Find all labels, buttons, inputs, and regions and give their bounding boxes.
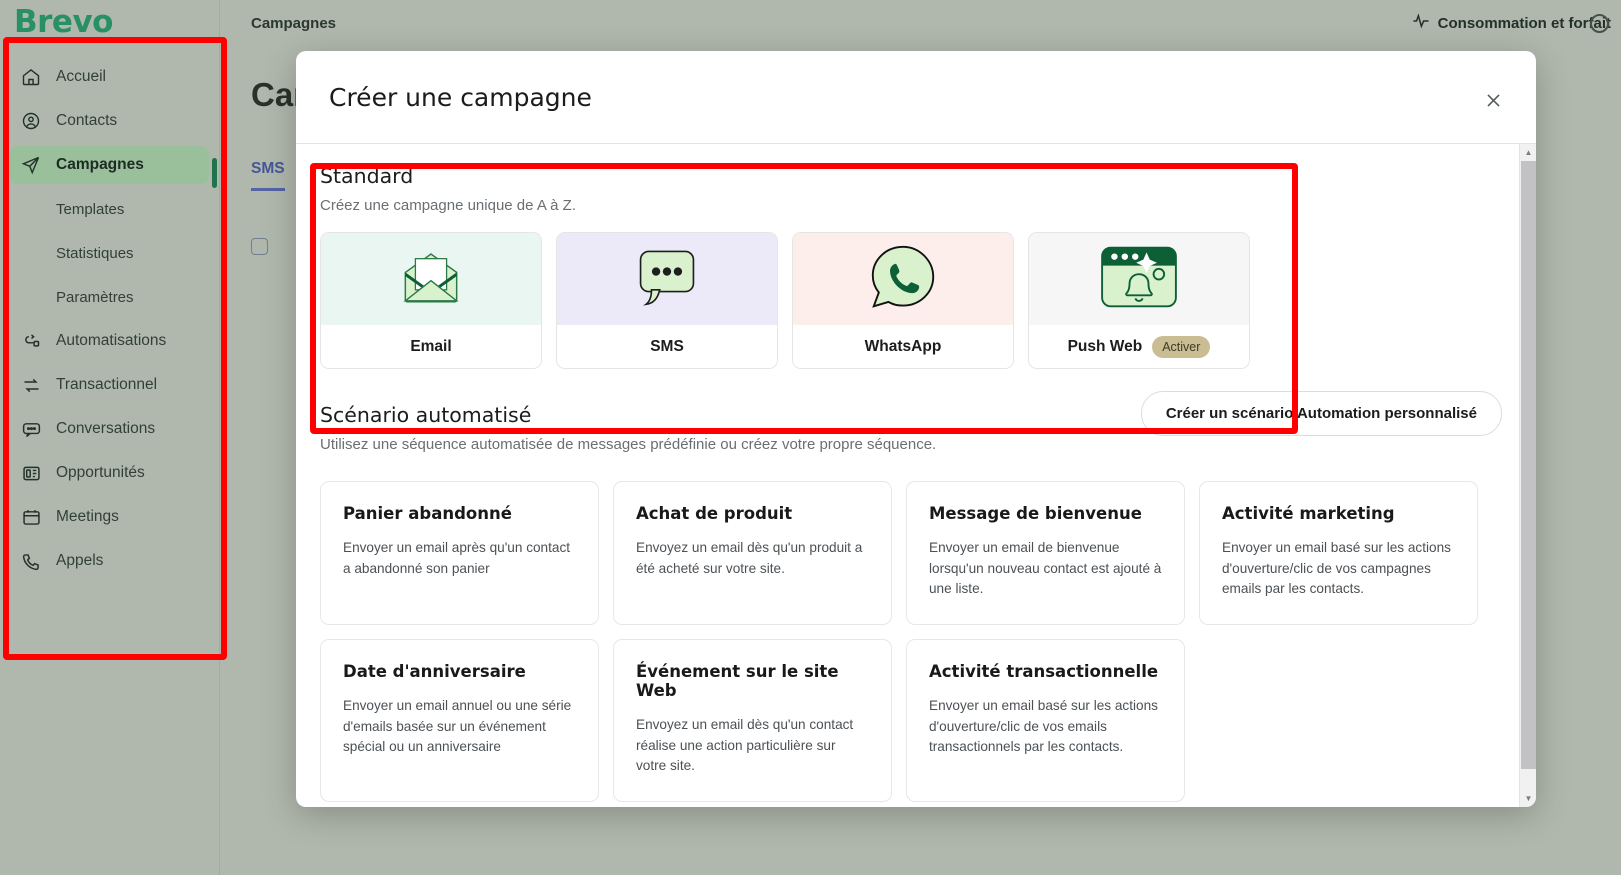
standard-heading: Standard: [320, 164, 414, 188]
card-label: SMS: [650, 337, 684, 355]
sms-art: [557, 233, 777, 325]
scenario-card-title: Message de bienvenue: [929, 504, 1142, 523]
scenario-card-desc: Envoyez un email dès qu'un contact réali…: [636, 716, 854, 774]
close-icon[interactable]: [1480, 87, 1506, 113]
email-art: [321, 233, 541, 325]
scenario-card-desc: Envoyer un email basé sur les actions d'…: [1222, 540, 1451, 597]
scenario-card[interactable]: Activité transactionnelle Envoyer un ema…: [906, 638, 1185, 802]
scenario-card[interactable]: Date d'anniversaire Envoyer un email ann…: [320, 638, 599, 802]
scrollbar-thumb[interactable]: [1521, 161, 1536, 769]
whatsapp-icon: [868, 243, 938, 316]
card-label: Push Web: [1067, 337, 1143, 355]
scenario-card-title: Événement sur le site Web: [636, 661, 839, 700]
scenario-card[interactable]: Activité marketing Envoyer un email basé…: [1199, 481, 1478, 625]
campaign-type-sms[interactable]: SMS: [556, 232, 778, 369]
speech-bubble-dots-icon: [633, 246, 701, 313]
card-label: Email: [410, 337, 452, 355]
scenario-card[interactable]: Achat de produit Envoyez un email dès qu…: [613, 481, 892, 625]
scenario-card-desc: Envoyer un email annuel ou une série d'e…: [343, 697, 572, 755]
app-root: Brevo Accueil Contacts Campagnes Templat…: [0, 0, 1621, 875]
scenario-card-desc: Envoyez un email dès qu'un produit a été…: [636, 540, 863, 576]
scenario-subheading: Utilisez une séquence automatisée de mes…: [320, 436, 937, 453]
push-notification-icon: [1096, 242, 1182, 317]
scroll-down-arrow-icon[interactable]: ▼: [1520, 790, 1536, 807]
envelope-icon: [398, 246, 464, 313]
scenario-card[interactable]: Événement sur le site Web Envoyez un ema…: [613, 638, 892, 802]
modal-header: Créer une campagne: [296, 51, 1536, 144]
create-campaign-modal: Créer une campagne Standard Créez une ca…: [296, 51, 1536, 807]
activer-badge[interactable]: Activer: [1152, 335, 1211, 358]
scenario-card-title: Panier abandonné: [343, 504, 512, 523]
scenario-card-title: Activité marketing: [1222, 504, 1395, 523]
whatsapp-footer: WhatsApp: [793, 325, 1013, 368]
push-web-footer: Push Web Activer: [1029, 325, 1249, 368]
scenario-card[interactable]: Message de bienvenue Envoyer un email de…: [906, 481, 1185, 625]
modal-body: Standard Créez une campagne unique de A …: [296, 144, 1536, 807]
standard-card-list: Email SMS WhatsApp Push Web Activer: [320, 232, 1502, 369]
create-custom-automation-button[interactable]: Créer un scénario Automation personnalis…: [1140, 391, 1502, 436]
modal-scrollbar[interactable]: ▲ ▼: [1519, 144, 1536, 807]
scenario-card-grid: Panier abandonné Envoyer un email après …: [320, 481, 1502, 802]
scenario-card-title: Activité transactionnelle: [929, 661, 1159, 681]
scenario-card-desc: Envoyer un email après qu'un contact a a…: [343, 540, 571, 576]
sms-footer: SMS: [557, 325, 777, 368]
campaign-type-push-web[interactable]: Push Web Activer: [1028, 232, 1250, 369]
card-label: WhatsApp: [864, 337, 942, 355]
push-web-art: [1029, 233, 1249, 325]
modal-body-inner: Standard Créez une campagne unique de A …: [296, 144, 1536, 802]
whatsapp-art: [793, 233, 1013, 325]
scenario-card-desc: Envoyer un email basé sur les actions d'…: [929, 697, 1158, 755]
scenario-card-title: Date d'anniversaire: [343, 661, 526, 681]
scenario-card-title: Achat de produit: [636, 504, 793, 523]
scroll-up-arrow-icon[interactable]: ▲: [1520, 144, 1536, 161]
scenario-card[interactable]: Panier abandonné Envoyer un email après …: [320, 481, 599, 625]
scenario-section: Scénario automatisé Utilisez une séquenc…: [320, 391, 1502, 453]
email-footer: Email: [321, 325, 541, 368]
campaign-type-whatsapp[interactable]: WhatsApp: [792, 232, 1014, 369]
standard-subheading: Créez une campagne unique de A à Z.: [320, 197, 577, 214]
campaign-type-email[interactable]: Email: [320, 232, 542, 369]
standard-section: Standard Créez une campagne unique de A …: [320, 164, 1502, 369]
scenario-card-desc: Envoyer un email de bienvenue lorsqu'un …: [929, 540, 1162, 597]
modal-title: Créer une campagne: [329, 82, 592, 112]
